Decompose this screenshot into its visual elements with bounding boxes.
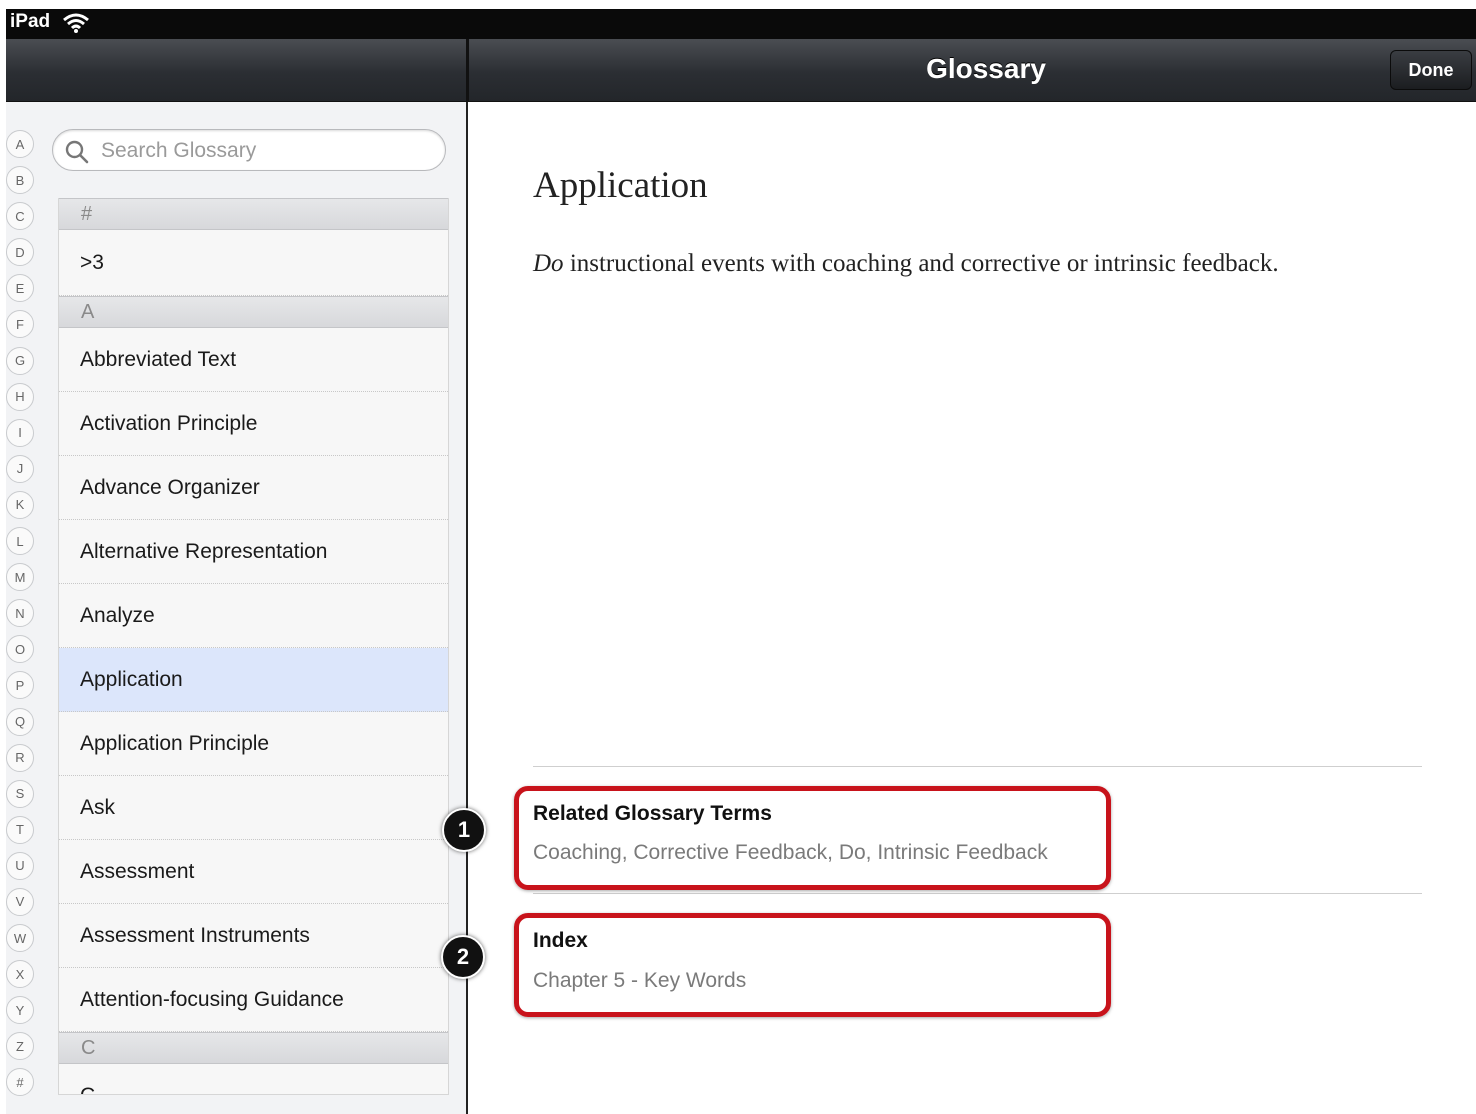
- glossary-term-row[interactable]: Attention-focusing Guidance: [59, 968, 448, 1032]
- index-letter[interactable]: C: [6, 202, 34, 231]
- term-definition: Do instructional events with coaching an…: [533, 250, 1433, 278]
- glossary-term-row[interactable]: Advance Organizer: [59, 456, 448, 520]
- callout-badge-2: 2: [441, 935, 485, 979]
- index-letter[interactable]: #: [6, 1068, 34, 1097]
- index-letter[interactable]: D: [6, 238, 34, 267]
- index-letter[interactable]: N: [6, 599, 34, 628]
- index-letter[interactable]: Y: [6, 996, 34, 1025]
- index-letter[interactable]: F: [6, 310, 34, 339]
- wifi-icon: [63, 13, 89, 33]
- glossary-term-row[interactable]: Application Principle: [59, 712, 448, 776]
- glossary-term-list[interactable]: # >3 A Abbreviated Text Activation Principle…: [58, 198, 449, 1095]
- index-letter[interactable]: G: [6, 346, 34, 375]
- index-letter[interactable]: K: [6, 490, 34, 519]
- index-letter[interactable]: T: [6, 815, 34, 844]
- term-title: Application: [533, 165, 708, 206]
- index-letter[interactable]: X: [6, 960, 34, 989]
- definition-text: instructional events with coaching and c…: [563, 250, 1279, 277]
- glossary-term-row[interactable]: Application: [59, 648, 448, 712]
- index-letter[interactable]: P: [6, 671, 34, 700]
- nav-title: Glossary: [926, 53, 1046, 84]
- index-letter[interactable]: S: [6, 779, 34, 808]
- index-letter[interactable]: J: [6, 454, 34, 483]
- callout-box-related-terms: [514, 786, 1111, 890]
- search-field[interactable]: [52, 129, 446, 171]
- index-letter[interactable]: H: [6, 382, 34, 411]
- index-letter[interactable]: R: [6, 743, 34, 772]
- glossary-term-row[interactable]: Ask: [59, 776, 448, 840]
- status-bar: iPad: [6, 9, 1476, 39]
- search-input[interactable]: [99, 136, 433, 166]
- divider-middle: [533, 893, 1422, 894]
- index-letter[interactable]: U: [6, 851, 34, 880]
- index-letter[interactable]: W: [6, 924, 34, 953]
- index-letter[interactable]: B: [6, 166, 34, 195]
- glossary-term-row[interactable]: >3: [59, 230, 448, 296]
- index-letter[interactable]: O: [6, 635, 34, 664]
- index-letter[interactable]: L: [6, 527, 34, 556]
- glossary-term-row[interactable]: Alternative Representation: [59, 520, 448, 584]
- definition-italic: Do: [533, 250, 564, 277]
- glossary-term-row[interactable]: C: [59, 1064, 448, 1094]
- index-letter[interactable]: A: [6, 130, 34, 158]
- done-button[interactable]: Done: [1390, 50, 1472, 90]
- alphabet-index[interactable]: A B C D E F G H I J K L M N O P Q R S T U V W X Y Z #: [6, 130, 38, 1105]
- callout-badge-1: 1: [442, 808, 486, 852]
- carrier-label: iPad: [10, 11, 51, 32]
- index-letter[interactable]: V: [6, 887, 34, 916]
- glossary-term-row[interactable]: Abbreviated Text: [59, 328, 448, 392]
- glossary-term-row[interactable]: Analyze: [59, 584, 448, 648]
- index-letter[interactable]: Z: [6, 1032, 34, 1061]
- index-letter[interactable]: I: [6, 418, 34, 447]
- glossary-term-row[interactable]: Activation Principle: [59, 392, 448, 456]
- section-header: C: [59, 1032, 448, 1064]
- callout-box-index: [514, 913, 1111, 1017]
- index-letter[interactable]: M: [6, 563, 34, 592]
- divider-top: [533, 766, 1422, 767]
- section-header: A: [59, 296, 448, 328]
- section-header: #: [59, 198, 448, 230]
- nav-divider: [466, 39, 469, 101]
- glossary-term-row[interactable]: Assessment Instruments: [59, 904, 448, 968]
- navigation-bar: Glossary Done: [6, 39, 1476, 102]
- glossary-term-row[interactable]: Assessment: [59, 840, 448, 904]
- index-letter[interactable]: Q: [6, 707, 34, 736]
- search-icon: [65, 140, 89, 164]
- index-letter[interactable]: E: [6, 274, 34, 303]
